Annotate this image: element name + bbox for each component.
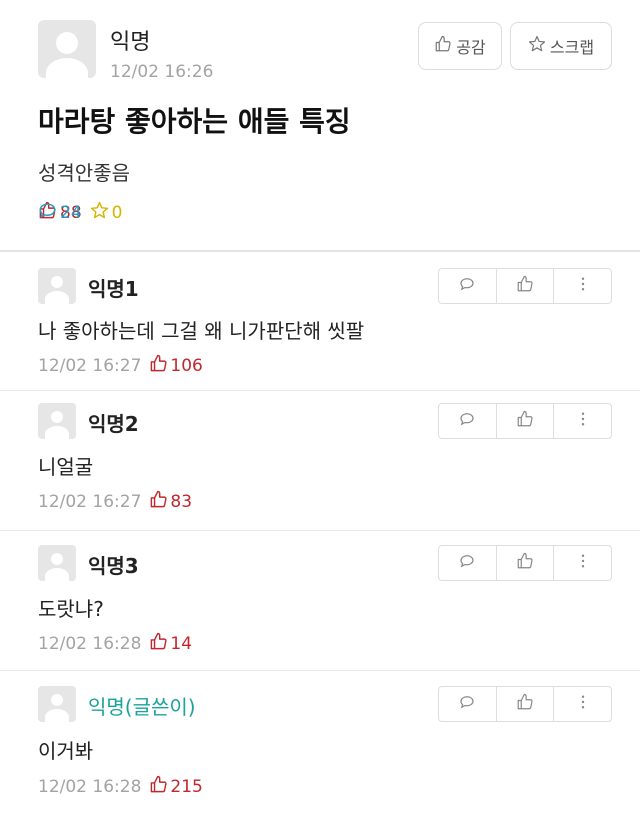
comment-actions: [438, 545, 612, 581]
comment-time: 12/02 16:28: [38, 777, 142, 797]
comment-actions: [438, 268, 612, 304]
more-vertical-icon: [574, 693, 592, 715]
reply-button[interactable]: [439, 546, 497, 580]
comment-text: 이거봐: [38, 739, 94, 763]
avatar: [38, 686, 76, 722]
comment-text: 도랏냐?: [38, 597, 104, 621]
comment-like-count: 14: [170, 634, 193, 654]
thumbs-up-icon: [149, 632, 168, 656]
more-button[interactable]: [554, 404, 611, 438]
divider: [0, 250, 640, 252]
comment-likes: 14: [149, 632, 192, 656]
like-button-label: 공감: [456, 38, 486, 57]
avatar: [38, 545, 76, 581]
like-button[interactable]: 공감: [418, 22, 502, 70]
comment-author: 익명1: [88, 277, 139, 301]
comment-time: 12/02 16:27: [38, 356, 142, 376]
comment-author-op: 익명(글쓴이): [88, 695, 196, 719]
avatar: [38, 20, 96, 78]
comment-author: 익명2: [88, 412, 139, 436]
divider: [0, 670, 640, 671]
comment-stat: 24: [38, 201, 640, 225]
comment-likes: 106: [149, 354, 203, 378]
thumbs-up-icon: [149, 490, 168, 514]
comment-author: 익명3: [88, 554, 139, 578]
thumbs-up-icon: [149, 354, 168, 378]
post-stats: 88 24 0: [38, 201, 130, 225]
post-title: 마라탕 좋아하는 애들 특징: [38, 105, 351, 138]
thumbs-up-icon: [516, 552, 534, 574]
more-vertical-icon: [574, 552, 592, 574]
comment-text: 나 좋아하는데 그걸 왜 니가판단해 씻팔: [38, 319, 365, 343]
thumbs-up-icon: [516, 693, 534, 715]
thumbs-up-icon: [434, 35, 452, 57]
comment-like-button[interactable]: [497, 404, 555, 438]
reply-button[interactable]: [439, 687, 497, 721]
comment-like-button[interactable]: [497, 546, 555, 580]
reply-button[interactable]: [439, 269, 497, 303]
scrap-button[interactable]: 스크랩: [510, 22, 612, 70]
comment-like-count: 215: [170, 777, 203, 797]
speech-bubble-icon: [458, 410, 476, 432]
speech-bubble-icon: [458, 552, 476, 574]
comment-count: 24: [60, 203, 82, 223]
avatar: [38, 268, 76, 304]
comment-like-button[interactable]: [497, 687, 555, 721]
speech-bubble-icon: [38, 201, 57, 225]
more-vertical-icon: [574, 410, 592, 432]
speech-bubble-icon: [458, 275, 476, 297]
more-button[interactable]: [554, 269, 611, 303]
comment-like-count: 106: [170, 356, 203, 376]
comment-meta: 12/02 16:28 14: [38, 632, 192, 656]
more-vertical-icon: [574, 275, 592, 297]
comment-likes: 83: [149, 490, 192, 514]
post-body: 성격안좋음: [38, 161, 130, 185]
divider: [0, 530, 640, 531]
scrap-button-label: 스크랩: [549, 38, 595, 57]
comment-like-count: 83: [170, 492, 193, 512]
comment-likes: 215: [149, 775, 203, 799]
reply-button[interactable]: [439, 404, 497, 438]
comment-time: 12/02 16:27: [38, 492, 142, 512]
post-author: 익명: [110, 30, 151, 55]
thumbs-up-icon: [516, 275, 534, 297]
comment-meta: 12/02 16:28 215: [38, 775, 203, 799]
comment-like-button[interactable]: [497, 269, 555, 303]
more-button[interactable]: [554, 687, 611, 721]
comment-meta: 12/02 16:27 83: [38, 490, 192, 514]
thumbs-up-icon: [516, 410, 534, 432]
comment-meta: 12/02 16:27 106: [38, 354, 203, 378]
comment-text: 니얼굴: [38, 455, 94, 479]
star-icon: [528, 35, 546, 57]
divider: [0, 390, 640, 391]
avatar: [38, 403, 76, 439]
more-button[interactable]: [554, 546, 611, 580]
post-time: 12/02 16:26: [110, 62, 214, 82]
thumbs-up-icon: [149, 775, 168, 799]
comment-actions: [438, 403, 612, 439]
comment-time: 12/02 16:28: [38, 634, 142, 654]
comment-actions: [438, 686, 612, 722]
speech-bubble-icon: [458, 693, 476, 715]
